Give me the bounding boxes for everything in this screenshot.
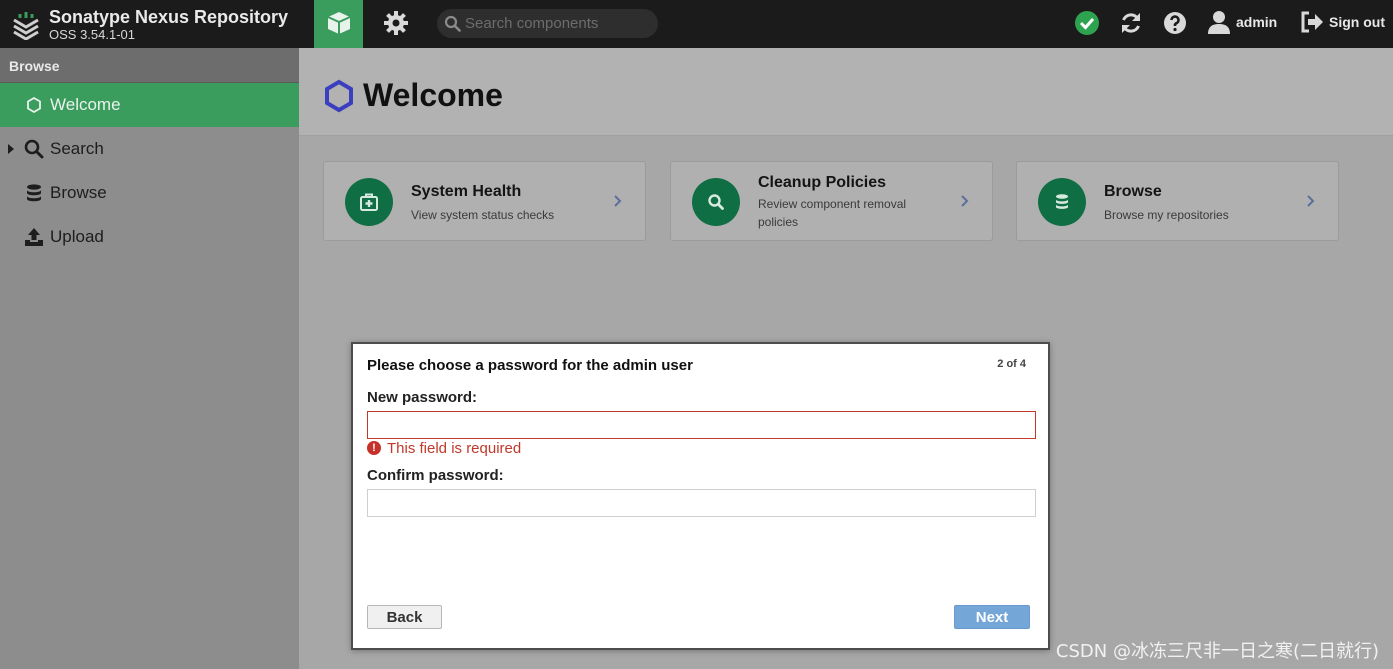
chevron-right-icon (961, 195, 969, 207)
sidebar-item-label: Upload (50, 227, 104, 246)
card-icon-circle (1038, 178, 1086, 226)
step-indicator: 2 of 4 (997, 358, 1026, 370)
card-title: System Health (411, 183, 522, 200)
sidebar-item-upload[interactable]: Upload (0, 215, 299, 259)
new-password-field[interactable] (367, 411, 1036, 439)
confirm-password-label: Confirm password: (367, 467, 504, 484)
status-ok-icon[interactable] (1074, 10, 1100, 36)
card-description: Browse my repositories (1104, 208, 1229, 222)
user-icon (1208, 11, 1230, 34)
page-header: Welcome (299, 48, 1393, 136)
card-browse[interactable]: Browse Browse my repositories (1016, 161, 1339, 241)
confirm-password-field[interactable] (367, 489, 1036, 517)
signout-icon (1301, 11, 1323, 33)
user-name: admin (1236, 14, 1278, 30)
card-description: View system status checks (411, 208, 555, 222)
error-text: This field is required (387, 440, 522, 457)
sidebar-item-label: Welcome (50, 95, 121, 114)
card-icon-circle (692, 178, 740, 226)
admin-mode-button[interactable] (372, 0, 418, 48)
card-description: Review component removal policies (758, 197, 907, 229)
sidebar-item-label: Browse (50, 183, 107, 202)
chevron-right-icon (1307, 195, 1315, 207)
signout-label: Sign out (1329, 14, 1385, 30)
chevron-right-icon (614, 195, 622, 207)
browse-mode-button[interactable] (314, 0, 363, 48)
search-input[interactable] (465, 13, 645, 34)
sidebar-header-label: Browse (9, 58, 60, 74)
setup-wizard-dialog: Please choose a password for the admin u… (351, 342, 1050, 650)
product-version: OSS 3.54.1-01 (49, 27, 135, 42)
top-bar: Sonatype Nexus Repository OSS 3.54.1-01 (0, 0, 1393, 48)
back-button[interactable]: Back (367, 605, 442, 629)
card-icon-circle (345, 178, 393, 226)
refresh-icon[interactable] (1118, 10, 1144, 36)
product-name: Sonatype Nexus Repository (49, 7, 289, 27)
sidebar-item-welcome[interactable]: Welcome (0, 83, 299, 127)
cube-icon (327, 12, 351, 34)
upload-icon (25, 228, 43, 246)
page-title: Welcome (363, 77, 503, 113)
card-title: Browse (1104, 183, 1162, 200)
sidebar-item-label: Search (50, 139, 104, 158)
next-button[interactable]: Next (954, 605, 1030, 629)
card-cleanup-policies[interactable]: Cleanup Policies Review component remova… (670, 161, 993, 241)
medkit-icon (360, 193, 378, 211)
search-icon (708, 194, 724, 210)
hexagon-icon (325, 79, 353, 113)
database-icon (1056, 194, 1068, 209)
dialog-title: Please choose a password for the admin u… (367, 357, 693, 374)
sidebar-item-browse[interactable]: Browse (0, 171, 299, 215)
search-icon (24, 139, 44, 159)
sidebar: Browse Welcome Search Browse Upload (0, 48, 299, 669)
new-password-label: New password: (367, 389, 478, 406)
search-box[interactable] (437, 9, 658, 38)
expand-caret-icon[interactable] (8, 144, 14, 154)
gear-icon (384, 11, 408, 35)
brand[interactable]: Sonatype Nexus Repository OSS 3.54.1-01 (8, 4, 308, 44)
help-icon[interactable] (1162, 10, 1188, 36)
card-system-health[interactable]: System Health View system status checks (323, 161, 646, 241)
hexagon-icon (27, 96, 41, 114)
error-icon: ! (367, 441, 381, 455)
card-title: Cleanup Policies (758, 174, 887, 191)
database-icon (27, 184, 41, 202)
sidebar-item-search[interactable]: Search (0, 127, 299, 171)
watermark: CSDN @冰冻三尺非一日之寒(二日就行) (1055, 641, 1379, 662)
search-icon (444, 15, 461, 32)
sidebar-header: Browse (0, 48, 299, 83)
nexus-logo-icon (13, 12, 39, 40)
